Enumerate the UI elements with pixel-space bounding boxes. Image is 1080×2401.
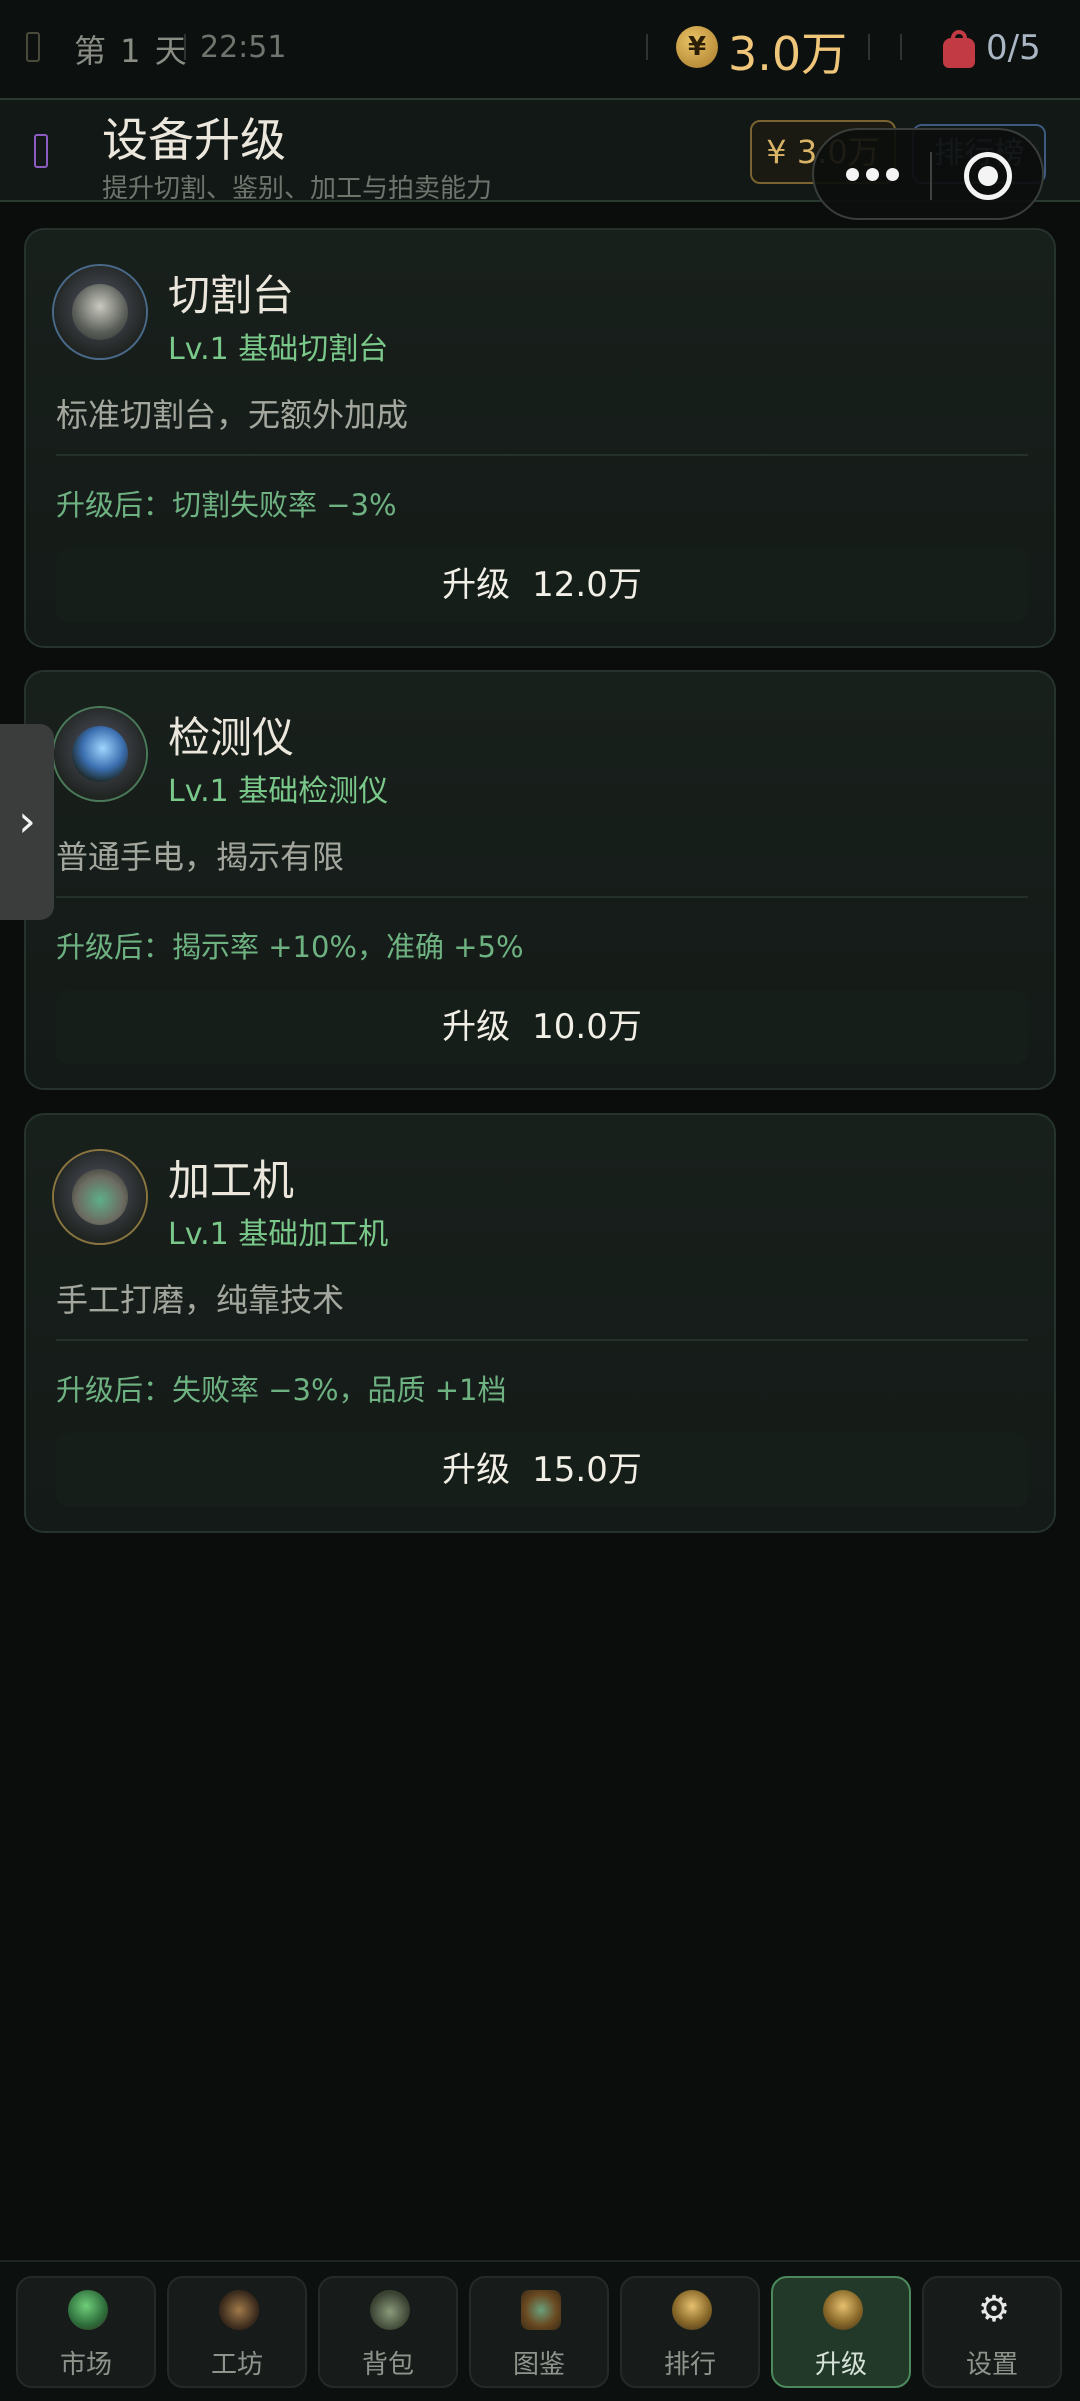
nav-tab-backpack[interactable]: 背包 bbox=[318, 2276, 458, 2388]
detector-icon bbox=[54, 708, 146, 800]
upgrade-label: 升级 bbox=[442, 565, 511, 605]
upgrade-cost: 12.0万 bbox=[532, 565, 642, 605]
divider bbox=[868, 34, 870, 60]
backpack-icon bbox=[940, 30, 978, 68]
equipment-card-detector: 检测仪 Lv.1 基础检测仪 普通手电，揭示有限 升级后：揭示率 +10%，准确… bbox=[24, 670, 1056, 1090]
nav-tab-workshop[interactable]: 工坊 bbox=[167, 2276, 307, 2388]
side-expand-tab[interactable]: › bbox=[0, 724, 54, 920]
upgrade-effect: 升级后：切割失败率 −3% bbox=[56, 488, 397, 522]
day-label: 第 1 天 bbox=[74, 32, 189, 70]
equipment-name: 检测仪 bbox=[168, 713, 295, 762]
workshop-icon bbox=[219, 2290, 259, 2330]
nav-label: 升级 bbox=[814, 2350, 867, 2380]
nav-tab-settings[interactable]: ⚙ 设置 bbox=[922, 2276, 1062, 2388]
upgrade-effect: 升级后：失败率 −3%，品质 +1档 bbox=[56, 1373, 507, 1407]
calendar-icon bbox=[26, 32, 40, 62]
equipment-desc: 普通手电，揭示有限 bbox=[56, 838, 345, 876]
card-divider bbox=[56, 896, 1028, 898]
coin-icon: ¥ bbox=[676, 26, 718, 68]
nav-label: 工坊 bbox=[210, 2350, 263, 2380]
status-bar: 第 1 天 22:51 ¥ 3.0万 0/5 bbox=[0, 0, 1080, 98]
nav-tab-market[interactable]: 市场 bbox=[16, 2276, 156, 2388]
nav-label: 排行 bbox=[663, 2350, 716, 2380]
nav-label: 设置 bbox=[965, 2350, 1018, 2380]
trophy-icon bbox=[823, 2290, 863, 2330]
backpack-icon bbox=[370, 2290, 410, 2330]
card-divider bbox=[56, 1339, 1028, 1341]
divider bbox=[900, 34, 902, 60]
processing-machine-icon bbox=[54, 1151, 146, 1243]
equipment-desc: 标准切割台，无额外加成 bbox=[56, 396, 409, 434]
nav-label: 市场 bbox=[59, 2350, 112, 2380]
upgrade-cost: 10.0万 bbox=[532, 1007, 642, 1047]
upgrade-effect: 升级后：揭示率 +10%，准确 +5% bbox=[56, 930, 524, 964]
divider bbox=[184, 34, 186, 60]
equipment-level: Lv.1 基础加工机 bbox=[168, 1217, 389, 1252]
nav-tab-upgrade[interactable]: 升级 bbox=[771, 2276, 911, 2388]
equipment-card-cutting-table: 切割台 Lv.1 基础切割台 标准切割台，无额外加成 升级后：切割失败率 −3%… bbox=[24, 228, 1056, 648]
capsule-divider bbox=[930, 152, 932, 200]
equipment-name: 加工机 bbox=[168, 1156, 295, 1205]
equipment-level: Lv.1 基础检测仪 bbox=[168, 774, 389, 809]
upgrade-button[interactable]: 升级 12.0万 bbox=[56, 548, 1028, 622]
equipment-desc: 手工打磨，纯靠技术 bbox=[56, 1281, 345, 1319]
nav-tab-catalog[interactable]: 图鉴 bbox=[469, 2276, 609, 2388]
nav-label: 背包 bbox=[361, 2350, 414, 2380]
equipment-level: Lv.1 基础切割台 bbox=[168, 332, 389, 367]
upgrade-page-icon bbox=[34, 134, 48, 168]
time-label: 22:51 bbox=[200, 30, 287, 65]
bottom-nav: 市场 工坊 背包 图鉴 排行 升级 ⚙ 设置 bbox=[0, 2260, 1080, 2401]
upgrade-label: 升级 bbox=[442, 1007, 511, 1047]
settings-icon: ⚙ bbox=[977, 2289, 1011, 2330]
miniprogram-capsule bbox=[812, 128, 1044, 220]
market-icon bbox=[68, 2290, 108, 2330]
more-icon[interactable] bbox=[846, 166, 902, 182]
card-divider bbox=[56, 454, 1028, 456]
upgrade-label: 升级 bbox=[442, 1450, 511, 1490]
upgrade-button[interactable]: 升级 10.0万 bbox=[56, 990, 1028, 1064]
money-amount: 3.0万 bbox=[728, 27, 848, 81]
nav-label: 图鉴 bbox=[512, 2350, 565, 2380]
upgrade-cost: 15.0万 bbox=[532, 1450, 642, 1490]
trophy-icon bbox=[672, 2290, 712, 2330]
page-title: 设备升级 bbox=[102, 113, 286, 167]
upgrade-button[interactable]: 升级 15.0万 bbox=[56, 1433, 1028, 1507]
equipment-name: 切割台 bbox=[168, 271, 295, 320]
nav-tab-ranking[interactable]: 排行 bbox=[620, 2276, 760, 2388]
bag-count: 0/5 bbox=[986, 28, 1041, 68]
divider bbox=[646, 34, 648, 60]
catalog-icon bbox=[521, 2290, 561, 2330]
close-miniprogram-icon[interactable] bbox=[964, 152, 1012, 200]
page-subtitle: 提升切割、鉴别、加工与拍卖能力 bbox=[102, 174, 493, 204]
equipment-card-processing-machine: 加工机 Lv.1 基础加工机 手工打磨，纯靠技术 升级后：失败率 −3%，品质 … bbox=[24, 1113, 1056, 1533]
cutting-table-icon bbox=[54, 266, 146, 358]
